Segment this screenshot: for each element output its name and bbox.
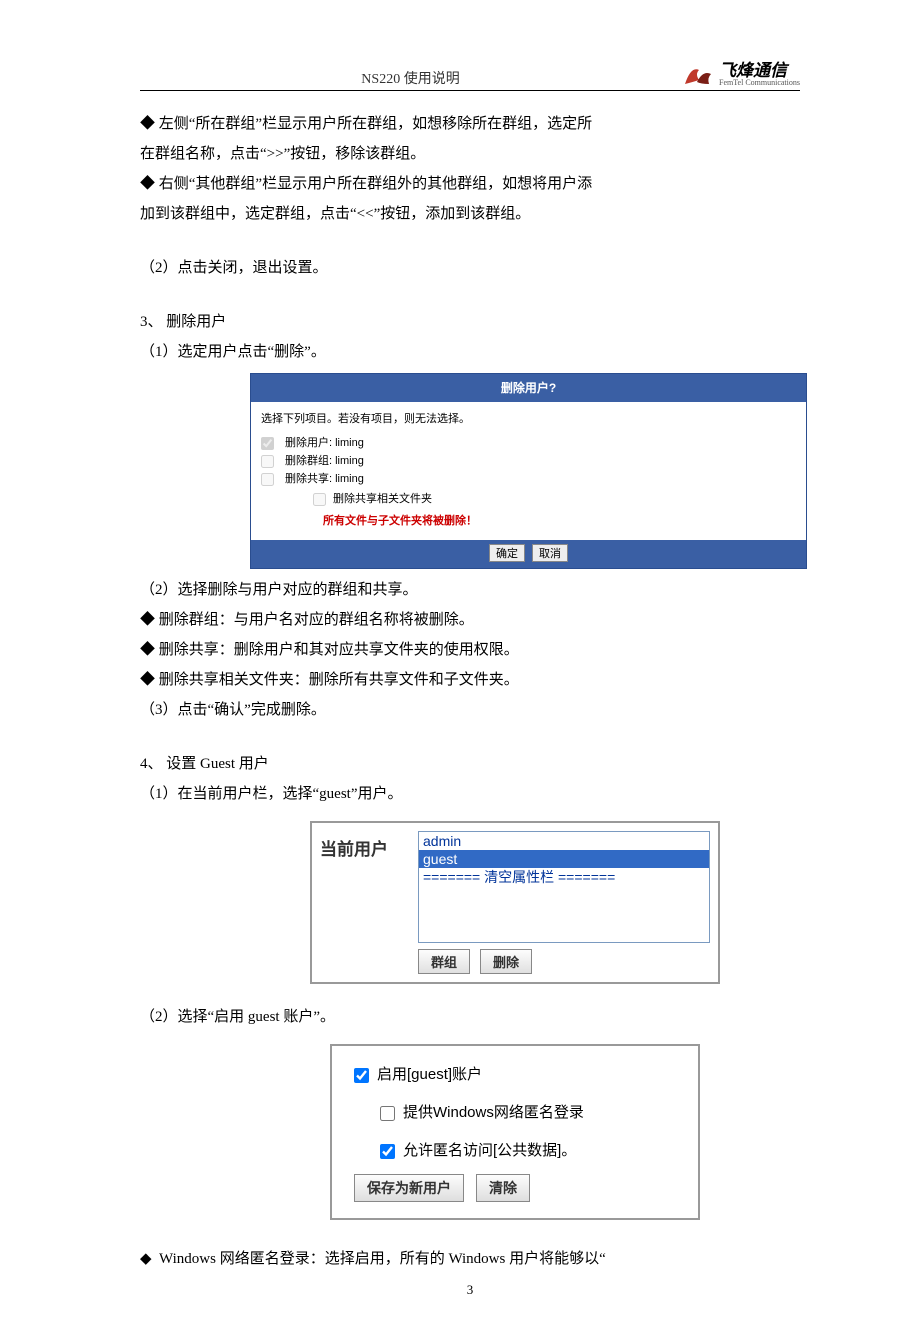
text: 右侧“其他群组”栏显示用户所在群组外的其他群组，如想将用户添 <box>159 176 592 192</box>
confirm-button[interactable]: 确定 <box>489 544 525 562</box>
delete-folders-row: 删除共享相关文件夹 <box>309 488 796 510</box>
s3-b2: ◆ 删除共享：删除用户和其对应共享文件夹的使用权限。 <box>140 635 800 665</box>
user-listbox[interactable]: admin guest ======= 清空属性栏 ======= <box>418 831 710 943</box>
logo-text-cn: 飞烽通信 <box>719 62 800 79</box>
enable-guest-label: 启用[guest]账户 <box>377 1060 482 1090</box>
enable-guest-row: 启用[guest]账户 <box>354 1060 680 1090</box>
delete-button[interactable]: 删除 <box>480 949 532 974</box>
header-divider <box>140 90 800 91</box>
section-3-title: 3、 删除用户 <box>140 307 800 337</box>
anon-windows-row: 提供Windows网络匿名登录 <box>380 1098 680 1128</box>
s3-step2: （2）选择删除与用户对应的群组和共享。 <box>140 575 800 605</box>
clear-button[interactable]: 清除 <box>476 1174 530 1202</box>
delete-folders-label: 删除共享相关文件夹 <box>333 488 432 510</box>
delete-user-checkbox[interactable] <box>261 437 274 450</box>
current-user-label: 当前用户 <box>320 831 404 974</box>
delete-user-dialog: 删除用户? 选择下列项目。若没有项目，则无法选择。 删除用户: liming 删… <box>250 373 807 569</box>
delete-folders-checkbox[interactable] <box>313 493 326 506</box>
dialog-footer: 确定 取消 <box>251 540 806 568</box>
text: 删除共享：删除用户和其对应共享文件夹的使用权限。 <box>159 642 519 658</box>
text: 删除共享相关文件夹：删除所有共享文件和子文件夹。 <box>159 672 519 688</box>
current-user-panel: 当前用户 admin guest ======= 清空属性栏 ======= 群… <box>310 821 720 984</box>
anon-public-row: 允许匿名访问[公共数据]。 <box>380 1136 680 1166</box>
delete-share-checkbox[interactable] <box>261 473 274 486</box>
s4-note: ◆ Windows 网络匿名登录：选择启用，所有的 Windows 用户将能够以… <box>140 1244 800 1274</box>
text: 删除群组：与用户名对应的群组名称将被删除。 <box>159 612 474 628</box>
bullet-right-group: ◆ 右侧“其他群组”栏显示用户所在群组外的其他群组，如想将用户添 <box>140 169 800 199</box>
flame-icon <box>681 60 713 88</box>
text: Windows 网络匿名登录：选择启用，所有的 Windows 用户将能够以“ <box>159 1251 606 1267</box>
s3-b1: ◆ 删除群组：与用户名对应的群组名称将被删除。 <box>140 605 800 635</box>
s3-step1: （1）选定用户点击“删除”。 <box>140 337 800 367</box>
header-title: NS220 使用说明 <box>140 68 681 88</box>
anon-public-checkbox[interactable] <box>380 1144 395 1159</box>
list-item-admin[interactable]: admin <box>419 832 709 850</box>
list-item-guest[interactable]: guest <box>419 850 709 868</box>
delete-share-row: 删除共享: liming <box>261 470 796 488</box>
anon-windows-checkbox[interactable] <box>380 1106 395 1121</box>
document-content: ◆ 左侧“所在群组”栏显示用户所在群组，如想移除所在群组，选定所 在群组名称，点… <box>140 109 800 1274</box>
text: 左侧“所在群组”栏显示用户所在群组，如想移除所在群组，选定所 <box>159 116 592 132</box>
logo-text-en: FemTel Communications <box>719 79 800 87</box>
cancel-button[interactable]: 取消 <box>532 544 568 562</box>
anon-public-label: 允许匿名访问[公共数据]。 <box>403 1136 576 1166</box>
bullet-left-group: ◆ 左侧“所在群组”栏显示用户所在群组，如想移除所在群组，选定所 <box>140 109 800 139</box>
page-number: 3 <box>140 1282 800 1298</box>
delete-warning: 所有文件与子文件夹将被删除！ <box>323 510 796 532</box>
delete-group-checkbox[interactable] <box>261 455 274 468</box>
enable-guest-checkbox[interactable] <box>354 1068 369 1083</box>
s3-step3: （3）点击“确认”完成删除。 <box>140 695 800 725</box>
s3-b3: ◆ 删除共享相关文件夹：删除所有共享文件和子文件夹。 <box>140 665 800 695</box>
guest-options-panel: 启用[guest]账户 提供Windows网络匿名登录 允许匿名访问[公共数据]… <box>330 1044 700 1220</box>
list-item-clear[interactable]: ======= 清空属性栏 ======= <box>419 868 709 886</box>
s4-step1: （1）在当前用户栏，选择“guest”用户。 <box>140 779 800 809</box>
group-button[interactable]: 群组 <box>418 949 470 974</box>
brand-logo: 飞烽通信 FemTel Communications <box>681 60 800 88</box>
dialog-title: 删除用户? <box>251 374 806 402</box>
step-close: （2）点击关闭，退出设置。 <box>140 253 800 283</box>
dialog-instruction: 选择下列项目。若没有项目，则无法选择。 <box>261 408 796 430</box>
page-header: NS220 使用说明 飞烽通信 FemTel Communications <box>140 60 800 88</box>
save-as-new-user-button[interactable]: 保存为新用户 <box>354 1174 464 1202</box>
s4-step2: （2）选择“启用 guest 账户”。 <box>140 1002 800 1032</box>
section-4-title: 4、 设置 Guest 用户 <box>140 749 800 779</box>
delete-share-label: 删除共享: liming <box>285 468 364 490</box>
anon-windows-label: 提供Windows网络匿名登录 <box>403 1098 584 1128</box>
bullet-right-group-cont: 加到该群组中，选定群组，点击“<<”按钮，添加到该群组。 <box>140 199 800 229</box>
bullet-left-group-cont: 在群组名称，点击“>>”按钮，移除该群组。 <box>140 139 800 169</box>
